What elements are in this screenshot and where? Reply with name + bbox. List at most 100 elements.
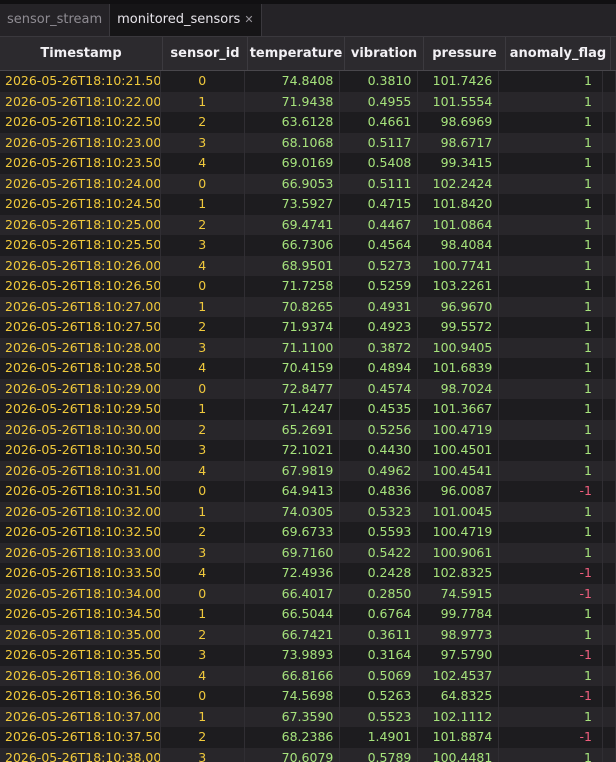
cell-sensor-id[interactable]: 2 (161, 522, 245, 543)
cell-sensor-id[interactable]: 3 (161, 542, 245, 563)
cell-sensor-id[interactable]: 4 (161, 563, 245, 584)
table-row[interactable]: 2026-05-26T18:10:26.500 0 71.7258 0.5259 103… (0, 276, 616, 297)
cell-pressure[interactable]: 100.4541 (418, 460, 500, 481)
table-row[interactable]: 2026-05-26T18:10:38.000 3 70.6079 0.5789 100… (0, 747, 616, 762)
cell-pressure[interactable]: 100.4501 (418, 440, 500, 461)
table-row[interactable]: 2026-05-26T18:10:27.500 2 71.9374 0.4923 99.… (0, 317, 616, 338)
cell-timestamp[interactable]: 2026-05-26T18:10:37.500 (0, 727, 161, 748)
cell-pressure[interactable]: 100.9405 (418, 337, 500, 358)
cell-anomaly-flag[interactable]: -1 (499, 481, 603, 502)
cell-sensor-id[interactable]: 0 (161, 583, 245, 604)
cell-anomaly-flag[interactable]: 1 (499, 665, 603, 686)
cell-timestamp[interactable]: 2026-05-26T18:10:21.500 (0, 71, 161, 92)
tab-monitored-sensors[interactable]: monitored_sensors ✕ (109, 4, 262, 36)
table-row[interactable]: 2026-05-26T18:10:24.000 0 66.9053 0.5111 102… (0, 173, 616, 194)
cell-sensor-id[interactable]: 1 (161, 194, 245, 215)
cell-pressure[interactable]: 100.9061 (418, 542, 500, 563)
cell-sensor-id[interactable]: 4 (161, 358, 245, 379)
cell-timestamp[interactable]: 2026-05-26T18:10:26.500 (0, 276, 161, 297)
table-row[interactable]: 2026-05-26T18:10:22.500 2 63.6128 0.4661 98.… (0, 112, 616, 133)
cell-temperature[interactable]: 68.2386 (245, 727, 341, 748)
cell-sensor-id[interactable]: 0 (161, 173, 245, 194)
cell-vibration[interactable]: 0.6764 (340, 604, 419, 625)
cell-timestamp[interactable]: 2026-05-26T18:10:25.500 (0, 235, 161, 256)
cell-sensor-id[interactable]: 3 (161, 645, 245, 666)
cell-sensor-id[interactable]: 1 (161, 399, 245, 420)
cell-pressure[interactable]: 98.6717 (418, 132, 500, 153)
table-row[interactable]: 2026-05-26T18:10:37.000 1 67.3590 0.5523 102… (0, 706, 616, 727)
cell-sensor-id[interactable]: 1 (161, 91, 245, 112)
cell-timestamp[interactable]: 2026-05-26T18:10:29.500 (0, 399, 161, 420)
cell-pressure[interactable]: 98.9773 (418, 624, 500, 645)
cell-temperature[interactable]: 69.4741 (245, 214, 341, 235)
cell-sensor-id[interactable]: 0 (161, 276, 245, 297)
cell-vibration[interactable]: 1.4901 (340, 727, 419, 748)
cell-temperature[interactable]: 70.4159 (245, 358, 341, 379)
cell-sensor-id[interactable]: 4 (161, 460, 245, 481)
cell-timestamp[interactable]: 2026-05-26T18:10:31.500 (0, 481, 161, 502)
cell-anomaly-flag[interactable]: 1 (499, 132, 603, 153)
cell-vibration[interactable]: 0.4467 (340, 214, 419, 235)
table-row[interactable]: 2026-05-26T18:10:31.000 4 67.9819 0.4962 100… (0, 460, 616, 481)
table-row[interactable]: 2026-05-26T18:10:25.500 3 66.7306 0.4564 98.… (0, 235, 616, 256)
cell-temperature[interactable]: 63.6128 (245, 112, 341, 133)
cell-sensor-id[interactable]: 4 (161, 255, 245, 276)
cell-pressure[interactable]: 102.8325 (418, 563, 500, 584)
cell-timestamp[interactable]: 2026-05-26T18:10:30.500 (0, 440, 161, 461)
cell-pressure[interactable]: 101.0864 (418, 214, 500, 235)
cell-vibration[interactable]: 0.4894 (340, 358, 419, 379)
cell-pressure[interactable]: 101.6839 (418, 358, 500, 379)
cell-anomaly-flag[interactable]: 1 (499, 112, 603, 133)
table-row[interactable]: 2026-05-26T18:10:23.000 3 68.1068 0.5117 98.… (0, 132, 616, 153)
cell-anomaly-flag[interactable]: 1 (499, 194, 603, 215)
table-row[interactable]: 2026-05-26T18:10:32.500 2 69.6733 0.5593 100… (0, 522, 616, 543)
cell-pressure[interactable]: 101.3667 (418, 399, 500, 420)
cell-anomaly-flag[interactable]: 1 (499, 604, 603, 625)
cell-pressure[interactable]: 98.4084 (418, 235, 500, 256)
column-header-pressure[interactable]: pressure (424, 37, 506, 70)
cell-pressure[interactable]: 101.8420 (418, 194, 500, 215)
column-header-anomaly-flag[interactable]: anomaly_flag (506, 37, 611, 70)
cell-sensor-id[interactable]: 1 (161, 706, 245, 727)
cell-sensor-id[interactable]: 4 (161, 665, 245, 686)
cell-anomaly-flag[interactable]: 1 (499, 624, 603, 645)
cell-temperature[interactable]: 69.6733 (245, 522, 341, 543)
cell-vibration[interactable]: 0.4836 (340, 481, 419, 502)
cell-temperature[interactable]: 66.7306 (245, 235, 341, 256)
cell-anomaly-flag[interactable]: 1 (499, 337, 603, 358)
cell-temperature[interactable]: 71.9374 (245, 317, 341, 338)
cell-pressure[interactable]: 101.0045 (418, 501, 500, 522)
cell-anomaly-flag[interactable]: 1 (499, 419, 603, 440)
table-row[interactable]: 2026-05-26T18:10:36.000 4 66.8166 0.5069 102… (0, 665, 616, 686)
cell-anomaly-flag[interactable]: 1 (499, 214, 603, 235)
cell-timestamp[interactable]: 2026-05-26T18:10:36.000 (0, 665, 161, 686)
cell-pressure[interactable]: 100.4481 (418, 747, 500, 762)
cell-timestamp[interactable]: 2026-05-26T18:10:27.500 (0, 317, 161, 338)
cell-timestamp[interactable]: 2026-05-26T18:10:33.500 (0, 563, 161, 584)
cell-anomaly-flag[interactable]: 1 (499, 173, 603, 194)
cell-timestamp[interactable]: 2026-05-26T18:10:28.500 (0, 358, 161, 379)
cell-anomaly-flag[interactable]: 1 (499, 235, 603, 256)
cell-sensor-id[interactable]: 3 (161, 337, 245, 358)
table-row[interactable]: 2026-05-26T18:10:28.000 3 71.1100 0.3872 100… (0, 337, 616, 358)
table-row[interactable]: 2026-05-26T18:10:21.500 0 74.8408 0.3810 101… (0, 71, 616, 92)
cell-temperature[interactable]: 64.9413 (245, 481, 341, 502)
cell-timestamp[interactable]: 2026-05-26T18:10:35.000 (0, 624, 161, 645)
cell-vibration[interactable]: 0.4574 (340, 378, 419, 399)
tab-sensor-stream[interactable]: sensor_stream (0, 4, 109, 36)
cell-anomaly-flag[interactable]: -1 (499, 645, 603, 666)
table-row[interactable]: 2026-05-26T18:10:30.500 3 72.1021 0.4430 100… (0, 440, 616, 461)
table-row[interactable]: 2026-05-26T18:10:24.500 1 73.5927 0.4715 101… (0, 194, 616, 215)
cell-timestamp[interactable]: 2026-05-26T18:10:25.000 (0, 214, 161, 235)
cell-vibration[interactable]: 0.5263 (340, 686, 419, 707)
cell-pressure[interactable]: 102.4537 (418, 665, 500, 686)
cell-anomaly-flag[interactable]: 1 (499, 706, 603, 727)
table-row[interactable]: 2026-05-26T18:10:25.000 2 69.4741 0.4467 101… (0, 214, 616, 235)
cell-timestamp[interactable]: 2026-05-26T18:10:37.000 (0, 706, 161, 727)
cell-timestamp[interactable]: 2026-05-26T18:10:38.000 (0, 747, 161, 762)
cell-temperature[interactable]: 73.5927 (245, 194, 341, 215)
cell-vibration[interactable]: 0.3164 (340, 645, 419, 666)
cell-anomaly-flag[interactable]: -1 (499, 563, 603, 584)
cell-pressure[interactable]: 99.7784 (418, 604, 500, 625)
cell-sensor-id[interactable]: 1 (161, 501, 245, 522)
